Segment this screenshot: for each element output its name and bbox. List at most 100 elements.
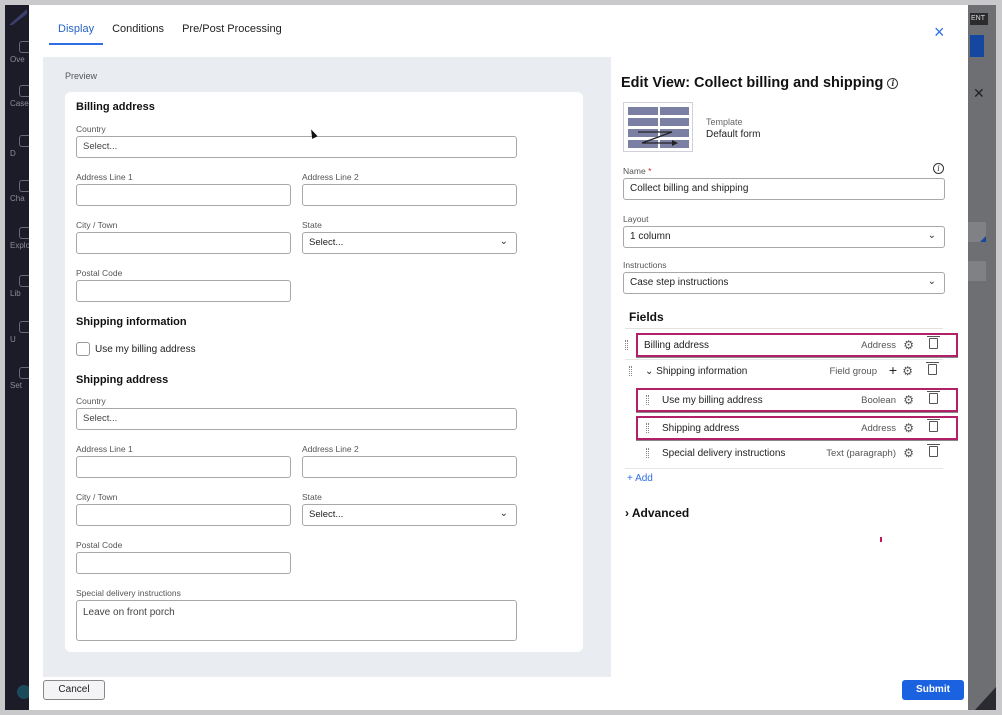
- shipping-postal-code-input[interactable]: [76, 552, 291, 574]
- field-row-shipping-information[interactable]: ⌄ Shipping information Field group + ⚙: [625, 361, 943, 385]
- field-row-shipping-address[interactable]: Shipping address Address ⚙: [636, 416, 958, 440]
- nav-item-settings[interactable]: Set: [5, 367, 29, 390]
- screen: Ove Case D Cha Explo Lib U Set ENT ✕ Dis…: [5, 5, 996, 710]
- name-info-icon[interactable]: i: [933, 163, 944, 174]
- shipping-city-input[interactable]: [76, 504, 291, 526]
- required-indicator: *: [648, 166, 652, 176]
- billing-city-label: City / Town: [76, 220, 118, 230]
- nav-item-cases[interactable]: Case: [5, 85, 29, 108]
- billing-city-input[interactable]: [76, 232, 291, 254]
- preview-panel: Preview Billing address Country Select..…: [43, 57, 611, 677]
- background-left-nav: Ove Case D Cha Explo Lib U Set: [5, 5, 31, 710]
- gear-icon[interactable]: ⚙: [903, 421, 914, 435]
- shipping-postal-code-label: Postal Code: [76, 540, 123, 550]
- background-close-icon: ✕: [973, 85, 985, 101]
- background-primary-button: [970, 35, 984, 57]
- submit-button[interactable]: Submit: [902, 680, 964, 700]
- billing-country-select[interactable]: Select...: [76, 136, 517, 158]
- annotation-mark: [880, 537, 882, 542]
- tab-pre-post-processing[interactable]: Pre/Post Processing: [173, 23, 291, 45]
- info-icon[interactable]: i: [887, 77, 899, 89]
- preview-form-card: Billing address Country Select... Addres…: [65, 92, 583, 652]
- shipping-country-label: Country: [76, 396, 106, 406]
- nav-item-channels[interactable]: Cha: [5, 180, 29, 203]
- shipping-state-select[interactable]: Select... ⌄: [302, 504, 517, 526]
- chevron-down-icon: ⌄: [927, 230, 936, 241]
- trash-icon[interactable]: [927, 444, 940, 457]
- gear-icon[interactable]: ⚙: [903, 338, 914, 352]
- cases-icon: [19, 85, 29, 97]
- field-row-billing-address[interactable]: Billing address Address ⚙: [625, 333, 958, 357]
- explore-icon: [19, 227, 29, 239]
- divider: [625, 328, 943, 329]
- name-input[interactable]: Collect billing and shipping: [623, 178, 945, 200]
- tab-display[interactable]: Display: [49, 23, 104, 45]
- chevron-down-icon: ⌄: [499, 508, 508, 519]
- billing-postal-code-input[interactable]: [76, 280, 291, 302]
- billing-state-select[interactable]: Select... ⌄: [302, 232, 517, 254]
- overview-icon: [19, 41, 29, 53]
- divider: [625, 468, 943, 469]
- chevron-down-icon: ⌄: [927, 276, 936, 287]
- layout-select[interactable]: 1 column ⌄: [623, 226, 945, 248]
- add-to-group-icon[interactable]: +: [889, 362, 897, 378]
- field-row-use-my-billing-address[interactable]: Use my billing address Boolean ⚙: [636, 388, 958, 412]
- drag-handle-icon[interactable]: [625, 340, 628, 350]
- tab-conditions[interactable]: Conditions: [103, 23, 173, 45]
- nav-item-overview[interactable]: Ove: [5, 41, 29, 64]
- shipping-address-line1-input[interactable]: [76, 456, 291, 478]
- trash-icon[interactable]: [927, 336, 940, 349]
- template-label: Template: [706, 117, 743, 127]
- trash-icon[interactable]: [926, 362, 939, 375]
- advanced-section-toggle[interactable]: › Advanced: [625, 506, 689, 520]
- nav-item-explore[interactable]: Explo: [5, 227, 29, 250]
- instructions-select[interactable]: Case step instructions ⌄: [623, 272, 945, 294]
- settings-icon: [19, 367, 29, 379]
- background-field: [968, 222, 986, 242]
- instructions-label: Instructions: [623, 260, 667, 270]
- billing-country-label: Country: [76, 124, 106, 134]
- gear-icon[interactable]: ⚙: [903, 446, 914, 460]
- app-logo: [9, 9, 27, 25]
- modal-tabs: Display Conditions Pre/Post Processing: [49, 23, 291, 45]
- billing-address-title: Billing address: [76, 101, 155, 113]
- edit-view-title: Edit View: Collect billing and shipping …: [621, 75, 899, 91]
- add-field-button[interactable]: + Add: [627, 473, 653, 484]
- fields-title: Fields: [629, 310, 664, 324]
- name-label: Name *: [623, 166, 652, 176]
- drag-handle-icon[interactable]: [646, 423, 649, 433]
- shipping-address-line2-input[interactable]: [302, 456, 517, 478]
- chevron-down-icon[interactable]: ⌄: [645, 366, 653, 377]
- billing-address-line2-input[interactable]: [302, 184, 517, 206]
- environment-badge: ENT: [970, 13, 988, 25]
- drag-handle-icon[interactable]: [629, 366, 632, 376]
- template-thumbnail[interactable]: [623, 102, 693, 152]
- shipping-address-line1-label: Address Line 1: [76, 444, 133, 454]
- cancel-button[interactable]: Cancel: [43, 680, 105, 700]
- divider: [625, 359, 943, 360]
- shipping-city-label: City / Town: [76, 492, 118, 502]
- z-arrow-icon: [638, 131, 678, 146]
- trash-icon[interactable]: [927, 391, 940, 404]
- special-delivery-textarea[interactable]: Leave on front porch: [76, 600, 517, 641]
- shipping-state-label: State: [302, 492, 322, 502]
- library-icon: [19, 275, 29, 287]
- use-billing-address-checkbox[interactable]: [76, 342, 90, 356]
- field-row-special-delivery-instructions[interactable]: Special delivery instructions Text (para…: [636, 443, 958, 467]
- trash-icon[interactable]: [927, 419, 940, 432]
- background-field: [968, 261, 986, 281]
- nav-item-data[interactable]: D: [5, 135, 29, 158]
- billing-state-label: State: [302, 220, 322, 230]
- shipping-country-select[interactable]: Select...: [76, 408, 517, 430]
- nav-item-library[interactable]: Lib: [5, 275, 29, 298]
- gear-icon[interactable]: ⚙: [902, 364, 913, 378]
- gear-icon[interactable]: ⚙: [903, 393, 914, 407]
- channels-icon: [19, 180, 29, 192]
- special-delivery-label: Special delivery instructions: [76, 588, 181, 598]
- drag-handle-icon[interactable]: [646, 395, 649, 405]
- drag-handle-icon[interactable]: [646, 448, 649, 458]
- billing-address-line1-input[interactable]: [76, 184, 291, 206]
- background-app-area: [968, 5, 996, 710]
- nav-item-users[interactable]: U: [5, 321, 29, 344]
- use-billing-address-label[interactable]: Use my billing address: [95, 344, 196, 355]
